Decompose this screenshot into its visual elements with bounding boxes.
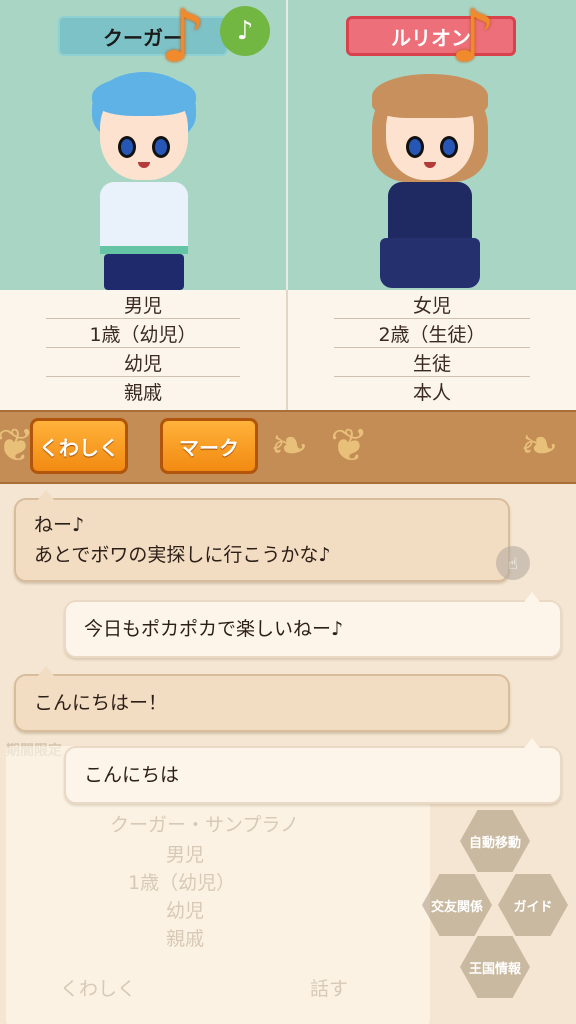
stage-value: 生徒 <box>334 348 530 377</box>
tap-hand-icon[interactable]: ☝ <box>496 546 530 580</box>
auto-move-hex-button: 自動移動 <box>460 810 530 872</box>
friends-hex-button: 交友関係 <box>422 874 492 936</box>
relation-value: 親戚 <box>123 382 162 404</box>
music-note-icon: ♪ <box>160 0 206 78</box>
kingdom-info-hex-button: 王国情報 <box>460 936 530 998</box>
character-right-avatar <box>350 70 510 290</box>
background-card-title: クーガー・サンプラノ <box>110 814 300 836</box>
music-note-icon: ♪ <box>450 0 496 78</box>
ornament-scroll-icon: ❦ <box>330 418 369 472</box>
character-left[interactable]: クーガー ♪ ♪ <box>0 0 288 290</box>
mark-button[interactable]: マーク <box>160 418 258 474</box>
profile-info-left: 男児 1歳（幼児） 幼児 親戚 <box>0 290 288 410</box>
chat-bubble-self: こんにちは <box>64 738 562 804</box>
chat-bubble-partner: こんにちはー！ <box>14 666 510 732</box>
ornament-scroll-icon: ❧ <box>520 418 559 472</box>
chat-line: こんにちはー！ <box>34 692 168 714</box>
chat-bubble-self: 今日もポカポカで楽しいねー♪ <box>64 592 562 658</box>
guide-hex-button: ガイド <box>498 874 568 936</box>
gender-value: 女児 <box>334 290 530 319</box>
chat-line: あとでボワの実探しに行こうかな♪ <box>34 544 331 566</box>
chat-line: こんにちは <box>84 764 180 786</box>
age-value: 2歳（生徒） <box>334 319 530 348</box>
ornament-scroll-icon: ❧ <box>270 418 309 472</box>
background-card-row: 幼児 <box>166 900 205 922</box>
details-button[interactable]: くわしく <box>30 418 128 474</box>
stage-value: 幼児 <box>46 348 240 377</box>
chat-line: 今日もポカポカで楽しいねー♪ <box>84 618 344 640</box>
background-card-row: 親戚 <box>166 928 205 950</box>
background-talk-button: 話す <box>310 978 349 1000</box>
relation-value: 本人 <box>412 382 451 404</box>
age-value: 1歳（幼児） <box>46 319 240 348</box>
character-panel: クーガー ♪ ♪ ルリオン ♪ <box>0 0 576 290</box>
profile-info-right: 女児 2歳（生徒） 生徒 本人 <box>288 290 576 410</box>
gender-value: 男児 <box>46 290 240 319</box>
profile-info-panel: 男児 1歳（幼児） 幼児 親戚 女児 2歳（生徒） 生徒 本人 <box>0 290 576 410</box>
chat-bubble-partner: ねー♪ あとでボワの実探しに行こうかな♪ <box>14 490 510 582</box>
background-card-row: 男児 <box>166 844 205 866</box>
music-note-badge-icon[interactable]: ♪ <box>220 6 270 56</box>
background-card-row: 1歳（幼児） <box>128 872 236 894</box>
character-left-avatar <box>64 70 224 290</box>
background-details-button: くわしく <box>60 978 137 1000</box>
chat-line: ねー♪ <box>34 514 85 536</box>
character-right[interactable]: ルリオン ♪ <box>288 0 576 290</box>
